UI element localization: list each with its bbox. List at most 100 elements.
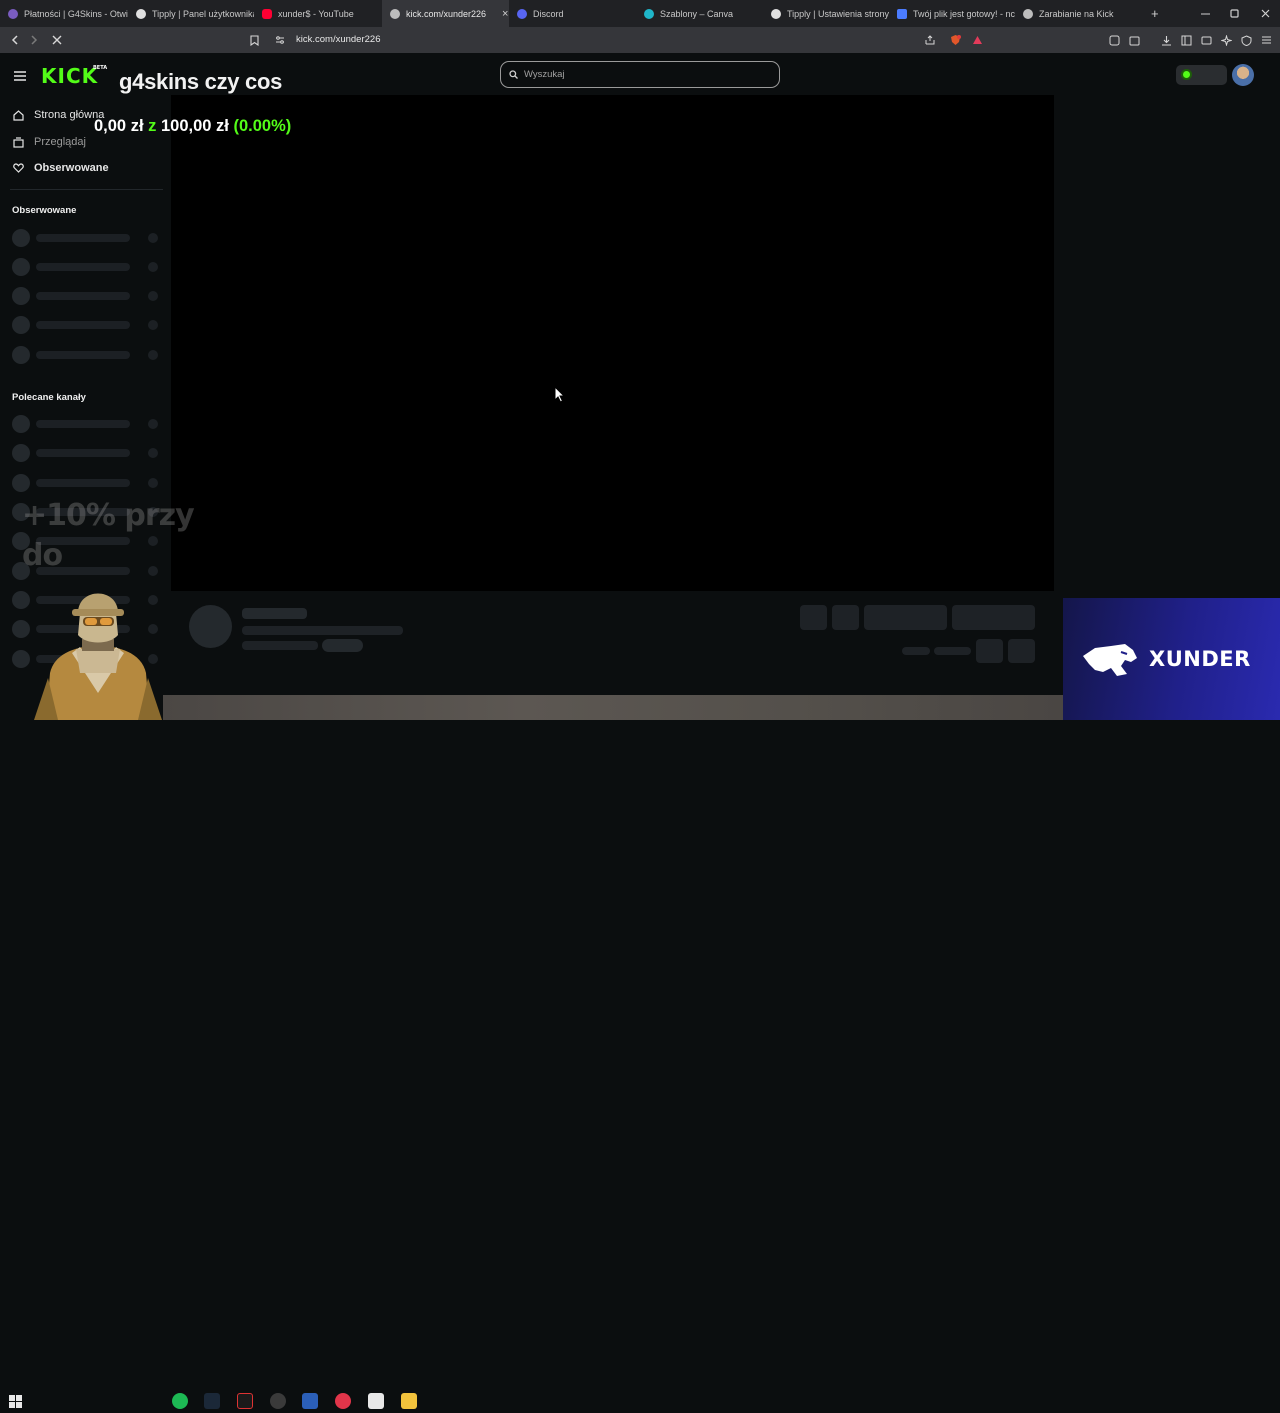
sidebar-item-browse[interactable]: Przeglądaj xyxy=(12,136,86,148)
skeleton-button xyxy=(976,639,1003,663)
browser-tab-active[interactable]: kick.com/xunder226 × xyxy=(382,0,509,27)
list-item xyxy=(12,229,162,247)
browser-tab[interactable]: xunder$ - YouTube xyxy=(254,0,382,27)
promo-overlay-text: +10% przy do xyxy=(22,496,195,576)
home-icon xyxy=(12,109,24,121)
g4skins-favicon-icon xyxy=(8,8,18,19)
browser-tab[interactable]: Płatności | G4Skins - Otwie xyxy=(0,0,128,27)
wallet-icon[interactable] xyxy=(1197,31,1215,49)
bookmark-icon[interactable] xyxy=(245,31,263,49)
minimize-icon[interactable] xyxy=(1190,0,1220,27)
extensions-icon[interactable] xyxy=(1105,31,1123,49)
sidebar-item-label: Obserwowane xyxy=(34,162,109,174)
browser-tab[interactable]: Szablony – Canva xyxy=(636,0,763,27)
share-icon[interactable] xyxy=(921,31,939,49)
tab-label: Tipply | Panel użytkownika xyxy=(152,8,254,19)
browser-tab[interactable]: Tipply | Panel użytkownika xyxy=(128,0,254,27)
spotify-icon[interactable] xyxy=(172,1393,188,1409)
list-item xyxy=(12,444,162,462)
screenshot-icon[interactable] xyxy=(1125,31,1143,49)
steam-icon[interactable] xyxy=(204,1393,220,1409)
search-icon xyxy=(509,70,518,79)
browse-icon xyxy=(12,136,24,148)
app-icon[interactable] xyxy=(335,1393,351,1409)
browser-toolbar: kick.com/xunder226 xyxy=(0,27,1280,53)
tab-label: Twój plik jest gotowy! - nc xyxy=(913,8,1015,19)
sidebar-item-home[interactable]: Strona główna xyxy=(12,109,104,121)
skeleton-button xyxy=(832,605,859,630)
back-icon[interactable] xyxy=(6,31,24,49)
skeleton-line xyxy=(902,647,930,655)
tipply-favicon-icon xyxy=(136,8,146,19)
browser-tab-strip: Płatności | G4Skins - Otwie Tipply | Pan… xyxy=(0,0,1280,27)
hamburger-menu-icon[interactable] xyxy=(14,68,26,86)
os-taskbar xyxy=(0,694,1280,1409)
status-dot-icon xyxy=(1181,69,1192,80)
address-bar[interactable]: kick.com/xunder226 xyxy=(296,34,380,45)
tab-label: xunder$ - YouTube xyxy=(278,8,354,19)
tab-label: Tipply | Ustawienia strony xyxy=(787,8,889,19)
beta-badge: BETA xyxy=(93,65,108,71)
windows-start-icon[interactable] xyxy=(9,1395,22,1413)
avatar[interactable] xyxy=(1232,64,1254,86)
skeleton-button xyxy=(1008,639,1035,663)
donation-current: 0,00 zł xyxy=(94,117,144,135)
site-settings-icon[interactable] xyxy=(271,31,289,49)
list-item xyxy=(12,316,162,334)
skeleton-button xyxy=(864,605,947,630)
donation-goal-amount: 100,00 zł xyxy=(160,117,229,135)
search-input[interactable]: Wyszukaj xyxy=(500,61,780,88)
browser-tab[interactable]: Twój plik jest gotowy! - nc xyxy=(889,0,1015,27)
leo-ai-icon[interactable] xyxy=(1217,31,1235,49)
forward-icon[interactable] xyxy=(25,31,43,49)
skeleton-button xyxy=(952,605,1035,630)
browser-tab[interactable]: Zarabianie na Kick xyxy=(1015,0,1141,27)
browser-tab[interactable]: Tipply | Ustawienia strony xyxy=(763,0,889,27)
brave-shield-icon[interactable] xyxy=(946,31,964,49)
close-tab-icon[interactable]: × xyxy=(502,8,508,20)
list-item xyxy=(12,346,162,364)
video-player[interactable] xyxy=(171,95,1054,591)
brave-rewards-icon[interactable] xyxy=(968,31,986,49)
tab-label: Zarabianie na Kick xyxy=(1039,8,1114,19)
globe-icon xyxy=(1023,8,1033,19)
app-icon[interactable] xyxy=(237,1393,253,1409)
downloads-icon[interactable] xyxy=(1157,31,1175,49)
kick-logo[interactable]: KICK BETA xyxy=(41,64,107,88)
close-window-icon[interactable] xyxy=(1250,0,1280,27)
chat-panel xyxy=(1054,95,1280,591)
skeleton-line xyxy=(242,626,403,635)
panther-logo-icon xyxy=(1083,644,1137,676)
skeleton-line xyxy=(242,608,307,619)
tab-label: Płatności | G4Skins - Otwie xyxy=(24,8,128,19)
list-item xyxy=(12,415,162,433)
search-placeholder: Wyszukaj xyxy=(524,69,565,80)
youtube-favicon-icon xyxy=(262,8,272,19)
skeleton-line xyxy=(934,647,971,655)
tab-label: kick.com/xunder226 xyxy=(406,8,487,19)
app-icon[interactable] xyxy=(302,1393,318,1409)
brand-name: XUNDER xyxy=(1149,647,1251,671)
browser-tab[interactable]: Discord xyxy=(509,0,636,27)
kick-page: KICK BETA Wyszukaj Strona główna Przegląd… xyxy=(0,53,1280,720)
sidebar-item-following[interactable]: Obserwowane xyxy=(12,162,109,174)
obs-icon[interactable] xyxy=(270,1393,286,1409)
menu-icon[interactable] xyxy=(1257,31,1275,49)
file-explorer-icon[interactable] xyxy=(401,1393,417,1409)
donation-percent: (0.00%) xyxy=(233,117,292,135)
new-tab-button[interactable]: + xyxy=(1143,0,1163,27)
capcut-icon[interactable] xyxy=(368,1393,384,1409)
section-title-recommended: Polecane kanały xyxy=(12,392,86,403)
kick-logo-text: KICK xyxy=(41,64,99,88)
sidebar-divider xyxy=(10,189,163,190)
list-item xyxy=(12,474,162,492)
vpn-shield-icon[interactable] xyxy=(1237,31,1255,49)
restore-icon[interactable] xyxy=(1219,0,1249,27)
sidebar-toggle-icon[interactable] xyxy=(1177,31,1195,49)
tipply-favicon-icon xyxy=(771,8,781,19)
mouse-cursor-icon xyxy=(554,386,566,403)
promo-line: do xyxy=(22,538,63,573)
tab-label: Szablony – Canva xyxy=(660,8,734,19)
list-item xyxy=(12,287,162,305)
stop-loading-icon[interactable] xyxy=(48,31,66,49)
